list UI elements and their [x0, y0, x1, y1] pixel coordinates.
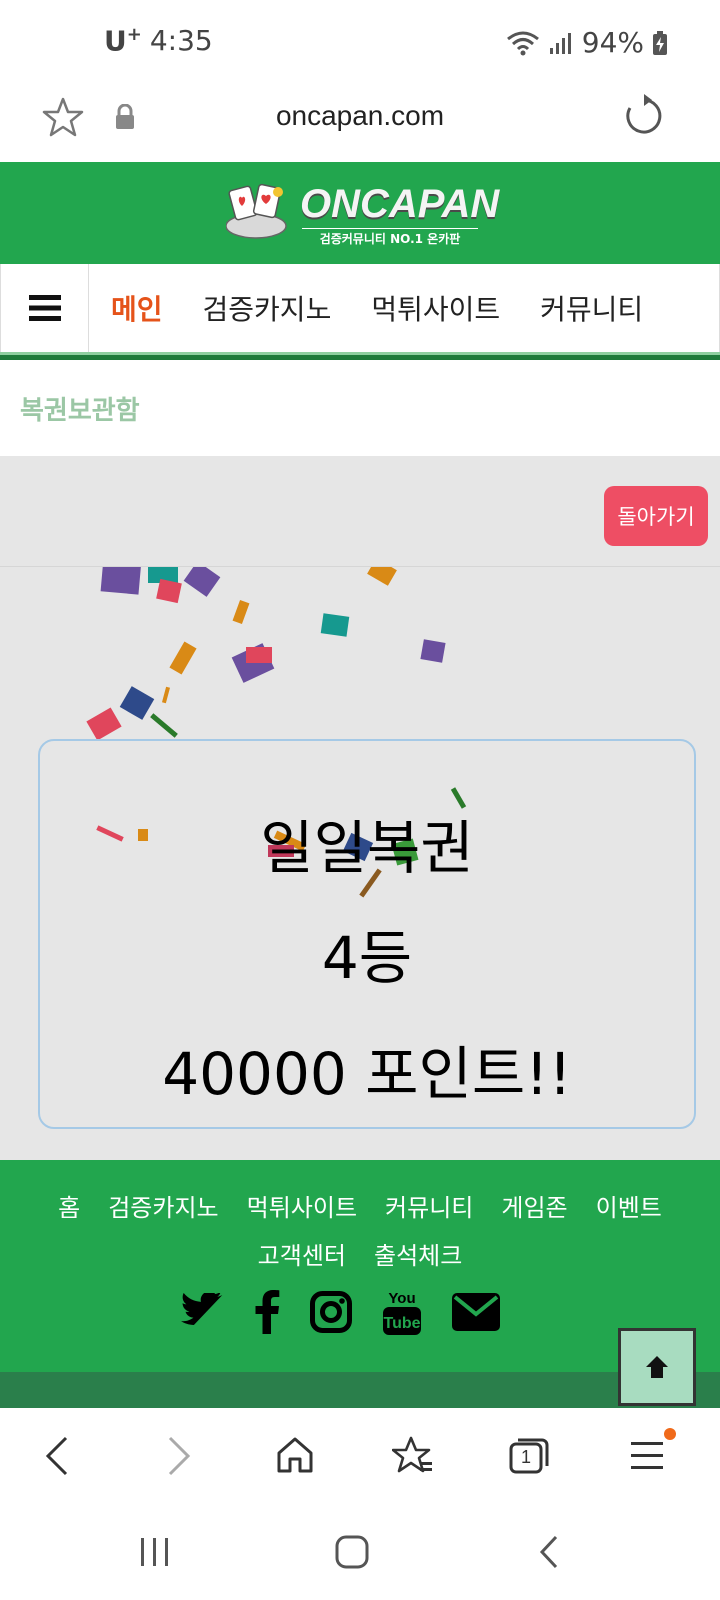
confetti-piece — [246, 647, 272, 663]
recent-apps-icon[interactable] — [138, 1536, 172, 1568]
nav-item-verified-casino[interactable]: 검증카지노 — [203, 288, 332, 328]
footer-link-game-zone[interactable]: 게임존 — [501, 1184, 567, 1232]
confetti-piece — [161, 686, 171, 704]
back-button[interactable]: 돌아가기 — [604, 486, 708, 546]
instagram-icon[interactable] — [310, 1291, 352, 1333]
status-left: U+ 4:35 — [104, 24, 213, 57]
confetti-piece — [86, 707, 122, 741]
confetti-piece — [367, 567, 397, 586]
footer-link-verified-casino[interactable]: 검증카지노 — [108, 1184, 218, 1232]
confetti-piece — [232, 599, 250, 625]
main-content: 돌아가기 일일복권 4등 40000 포인트!! — [0, 456, 720, 1160]
confetti-piece — [119, 686, 155, 720]
logo-cards-icon — [226, 183, 287, 239]
confetti-piece — [156, 578, 182, 604]
footer-bottom-band — [0, 1372, 720, 1408]
back-arrow-icon[interactable] — [44, 1436, 70, 1476]
signal-icon — [549, 32, 571, 54]
confetti-piece — [320, 613, 350, 637]
reload-icon[interactable] — [624, 94, 664, 136]
footer-link-community[interactable]: 커뮤니티 — [385, 1184, 473, 1232]
nav-item-community[interactable]: 커뮤니티 — [540, 288, 643, 328]
footer-link-attendance[interactable]: 출석체크 — [374, 1232, 462, 1280]
arrow-up-icon — [646, 1356, 668, 1378]
tabs-count: 1 — [520, 1447, 531, 1467]
confetti-piece — [169, 641, 197, 675]
nav-items: 메인 검증카지노 먹튀사이트 커뮤니티 — [111, 264, 643, 352]
nav-divider — [0, 352, 720, 360]
system-back-icon[interactable] — [538, 1534, 560, 1570]
wifi-icon — [506, 31, 539, 55]
footer-link-scam-sites[interactable]: 먹튀사이트 — [247, 1184, 357, 1232]
social-links: You Tube — [180, 1288, 500, 1336]
footer-link-events[interactable]: 이벤트 — [596, 1184, 662, 1232]
nav-item-main[interactable]: 메인 — [111, 288, 163, 328]
site-header: ONCAPAN 검증커뮤니티 NO.1 온카판 — [0, 162, 720, 264]
hamburger-icon — [28, 295, 61, 321]
battery-charging-icon — [653, 30, 667, 55]
site-logo[interactable]: ONCAPAN 검증커뮤니티 NO.1 온카판 — [226, 178, 499, 248]
site-footer: 홈 검증카지노 먹튀사이트 커뮤니티 게임존 이벤트 고객센터 출석체크 You Tube — [0, 1160, 720, 1372]
forward-arrow-icon[interactable] — [166, 1436, 192, 1476]
url-text[interactable]: oncapan.com — [0, 100, 720, 132]
status-bar: U+ 4:35 94% — [0, 0, 720, 86]
lottery-points: 40000 포인트!! — [162, 1040, 572, 1108]
svg-text:You: You — [388, 1290, 415, 1307]
youtube-icon[interactable]: You Tube — [382, 1288, 422, 1336]
confetti-piece — [420, 639, 446, 663]
confetti-piece — [150, 713, 178, 738]
footer-links: 홈 검증카지노 먹튀사이트 커뮤니티 게임존 이벤트 고객센터 출석체크 — [0, 1184, 720, 1280]
logo-wordmark: ONCAPAN — [300, 182, 500, 226]
bookmarks-icon[interactable] — [392, 1436, 434, 1476]
system-navigation-bar — [0, 1512, 720, 1600]
svg-text:Tube: Tube — [383, 1315, 420, 1332]
lottery-rank: 4등 — [321, 924, 413, 992]
logo-tagline: 검증커뮤니티 NO.1 온카판 — [302, 228, 478, 247]
menu-icon[interactable] — [630, 1436, 664, 1474]
breadcrumb-bar: 복권보관함 — [0, 360, 720, 456]
browser-url-bar: oncapan.com — [0, 86, 720, 162]
breadcrumb: 복권보관함 — [20, 396, 140, 426]
status-right: 94% — [506, 26, 668, 59]
battery-percent: 94% — [581, 26, 644, 59]
confetti-area: 일일복권 4등 40000 포인트!! — [0, 566, 720, 1160]
menu-notification-dot — [664, 1428, 676, 1440]
confetti-piece — [100, 567, 142, 595]
lottery-title: 일일복권 — [260, 814, 474, 882]
browser-toolbar: 1 — [0, 1408, 720, 1512]
twitter-icon[interactable] — [180, 1293, 224, 1331]
carrier-label: U+ — [104, 24, 142, 58]
lottery-result-card: 일일복권 4등 40000 포인트!! — [38, 739, 696, 1129]
confetti-piece — [183, 567, 221, 597]
facebook-icon[interactable] — [254, 1290, 280, 1334]
home-icon[interactable] — [276, 1436, 314, 1474]
footer-link-home[interactable]: 홈 — [58, 1184, 80, 1232]
hamburger-menu-button[interactable] — [1, 264, 89, 352]
clock: 4:35 — [149, 24, 213, 58]
tabs-button[interactable]: 1 — [508, 1436, 550, 1476]
main-nav: 메인 검증카지노 먹튀사이트 커뮤니티 — [0, 264, 720, 352]
mail-icon[interactable] — [452, 1293, 500, 1331]
home-button-icon[interactable] — [334, 1534, 370, 1570]
footer-link-customer-center[interactable]: 고객센터 — [258, 1232, 346, 1280]
nav-item-scam-sites[interactable]: 먹튀사이트 — [371, 288, 500, 328]
scroll-to-top-button[interactable] — [618, 1328, 696, 1406]
